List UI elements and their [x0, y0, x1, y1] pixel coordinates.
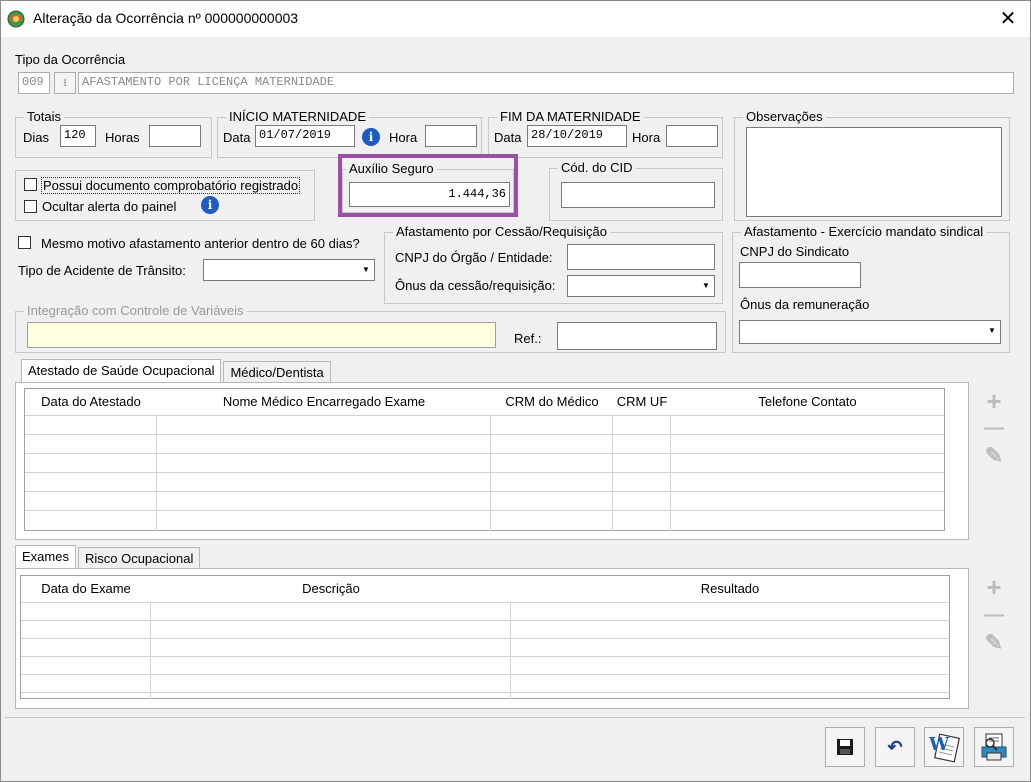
undo-icon: ↶ [887, 736, 903, 757]
word-export-button[interactable]: W [924, 727, 964, 767]
integracao-ref-input[interactable] [557, 322, 717, 350]
column-header[interactable]: Resultado [511, 576, 949, 602]
possui-documento-label[interactable]: Possui documento comprobatório registrad… [41, 177, 301, 194]
cessao-cnpj-label: CNPJ do Órgão / Entidade: [395, 250, 553, 265]
tab-exames[interactable]: Exames [15, 545, 76, 570]
bottom-separator [5, 717, 1025, 718]
sindical-onus-select[interactable]: ▼ [739, 320, 1001, 344]
possui-documento-checkbox[interactable] [24, 178, 37, 191]
atestado-grid-lines [25, 415, 944, 531]
fim-hora-input[interactable] [666, 125, 718, 147]
tipo-ocorrencia-label: Tipo da Ocorrência [15, 52, 126, 67]
horas-label: Horas [105, 130, 140, 145]
lookup-icon[interactable]: ⭳ [54, 72, 76, 94]
window-title: Alteração da Ocorrência nº 000000000003 [33, 10, 299, 26]
exames-tabs: Exames Risco Ocupacional [15, 545, 201, 570]
column-header[interactable]: CRM UF [613, 389, 672, 415]
cessao-onus-select[interactable]: ▼ [567, 275, 715, 297]
undo-button[interactable]: ↶ [875, 727, 915, 767]
inicio-info-icon[interactable]: i [362, 128, 380, 146]
sindical-legend: Afastamento - Exercício mandato sindical [741, 224, 987, 239]
cessao-onus-label: Ônus da cessão/requisição: [395, 278, 556, 293]
chevron-down-icon: ▼ [702, 281, 710, 290]
auxilio-input[interactable]: 1.444,36 [349, 182, 510, 207]
auxilio-legend: Auxílio Seguro [346, 161, 437, 176]
close-icon[interactable]: ✕ [993, 4, 1023, 34]
edit-atestado-button[interactable]: ✎ [980, 442, 1008, 470]
atestado-tabs: Atestado de Saúde Ocupacional Médico/Den… [21, 359, 331, 384]
tab-risco-ocupacional[interactable]: Risco Ocupacional [77, 547, 201, 570]
observacoes-textarea[interactable] [746, 127, 1002, 217]
cessao-cnpj-input[interactable] [567, 244, 715, 270]
mesmo-motivo-label[interactable]: Mesmo motivo afastamento anterior dentro… [41, 236, 360, 251]
tipo-ocorrencia-code[interactable]: 009 [18, 72, 50, 94]
inicio-data-label: Data [223, 130, 251, 145]
column-header[interactable]: Data do Atestado [25, 389, 158, 415]
mesmo-motivo-checkbox[interactable] [18, 236, 31, 249]
word-icon: W [928, 733, 960, 763]
column-header[interactable]: Telefone Contato [671, 389, 944, 415]
ocultar-alerta-info-icon[interactable]: i [201, 196, 219, 214]
cid-input[interactable] [561, 182, 715, 208]
dias-label: Dias [23, 130, 50, 145]
remove-exame-button[interactable]: — [980, 601, 1008, 629]
svg-text:W: W [928, 734, 950, 755]
column-header[interactable]: CRM do Médico [491, 389, 614, 415]
chevron-down-icon: ▼ [362, 265, 370, 274]
column-header[interactable]: Descrição [151, 576, 512, 602]
horas-input[interactable] [149, 125, 201, 147]
fim-data-input[interactable]: 28/10/2019 [527, 125, 627, 147]
inicio-legend: INÍCIO MATERNIDADE [226, 109, 369, 124]
integracao-ref-label: Ref.: [514, 331, 542, 346]
inicio-hora-label: Hora [389, 130, 418, 145]
remove-atestado-button[interactable]: — [980, 414, 1008, 442]
fim-legend: FIM DA MATERNIDADE [497, 109, 644, 124]
inicio-hora-input[interactable] [425, 125, 477, 147]
observacoes-legend: Observações [743, 109, 826, 124]
add-atestado-button[interactable]: + [980, 387, 1008, 415]
column-header[interactable]: Nome Médico Encarregado Exame [157, 389, 492, 415]
sindical-cnpj-input[interactable] [739, 262, 861, 288]
dias-input[interactable]: 120 [60, 125, 96, 147]
exames-grid[interactable]: Data do Exame Descrição Resultado [20, 575, 950, 699]
column-header[interactable]: Data do Exame [21, 576, 152, 602]
integracao-input[interactable] [27, 322, 496, 348]
cid-legend: Cód. do CID [558, 160, 636, 175]
print-preview-button[interactable] [974, 727, 1014, 767]
exames-grid-lines [21, 602, 949, 699]
ocultar-alerta-label[interactable]: Ocultar alerta do painel [42, 199, 176, 214]
acidente-select[interactable]: ▼ [203, 259, 375, 281]
tab-atestado-saude[interactable]: Atestado de Saúde Ocupacional [21, 359, 222, 384]
tipo-ocorrencia-description[interactable]: AFASTAMENTO POR LICENÇA MATERNIDADE [78, 72, 1014, 94]
ocultar-alerta-checkbox[interactable] [24, 200, 37, 213]
acidente-label: Tipo de Acidente de Trânsito: [18, 263, 186, 278]
fim-hora-label: Hora [632, 130, 661, 145]
integracao-legend: Integração com Controle de Variáveis [24, 303, 247, 318]
sindical-cnpj-label: CNPJ do Sindicato [740, 244, 850, 259]
inicio-data-input[interactable]: 01/07/2019 [255, 125, 355, 147]
totais-legend: Totais [24, 109, 64, 124]
add-exame-button[interactable]: + [980, 573, 1008, 601]
save-button[interactable] [825, 727, 865, 767]
chevron-down-icon: ▼ [988, 326, 996, 335]
atestado-grid[interactable]: Data do Atestado Nome Médico Encarregado… [24, 388, 945, 531]
fim-data-label: Data [494, 130, 522, 145]
edit-exame-button[interactable]: ✎ [980, 629, 1008, 657]
save-icon [837, 739, 853, 755]
cessao-legend: Afastamento por Cessão/Requisição [393, 224, 611, 239]
tab-medico-dentista[interactable]: Médico/Dentista [223, 361, 331, 384]
app-globe-icon [7, 10, 25, 28]
print-preview-icon [981, 733, 1007, 761]
sindical-onus-label: Ônus da remuneração [740, 297, 870, 312]
